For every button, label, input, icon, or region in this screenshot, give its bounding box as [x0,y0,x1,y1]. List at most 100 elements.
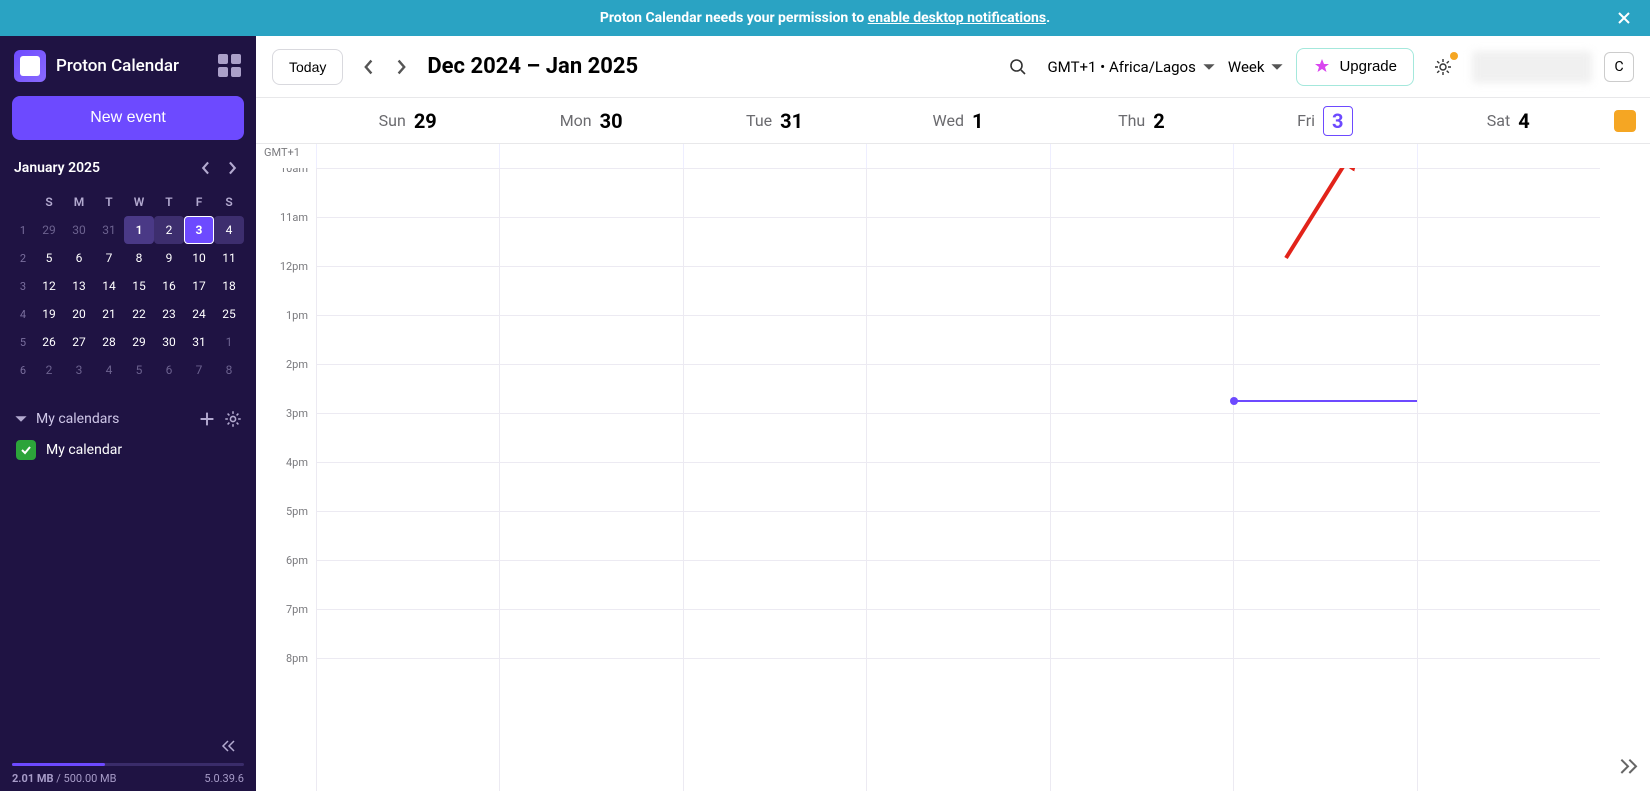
today-button[interactable]: Today [272,49,343,85]
calendar-check-icon[interactable] [16,440,36,460]
mini-cal-day[interactable]: 21 [94,300,124,328]
mini-cal-dow: S [214,188,244,216]
brand: Proton Calendar [12,46,244,96]
hour-label: 7pm [256,603,316,652]
mini-cal-day[interactable]: 9 [154,244,184,272]
mini-cal-day[interactable]: 8 [214,356,244,384]
mini-cal-day[interactable]: 1 [214,328,244,356]
hour-label: 8pm [256,652,316,701]
mini-cal-day[interactable]: 18 [214,272,244,300]
hour-label: 3pm [256,407,316,456]
mini-cal-day[interactable]: 5 [34,244,64,272]
week-day-header[interactable]: Sun29 [316,98,499,143]
mini-cal-day[interactable]: 12 [34,272,64,300]
mini-cal-week-num: 4 [12,300,34,328]
mini-cal-day[interactable]: 11 [214,244,244,272]
mini-cal-day[interactable]: 29 [124,328,154,356]
mini-cal-day[interactable]: 4 [94,356,124,384]
calendar-group-header[interactable]: My calendars [12,406,244,432]
prev-week-button[interactable] [355,53,383,81]
mini-cal-day[interactable]: 13 [64,272,94,300]
mini-cal-day[interactable]: 20 [64,300,94,328]
mini-cal-day[interactable]: 31 [94,216,124,244]
calendar-item[interactable]: My calendar [12,432,244,468]
calendar-group-label: My calendars [36,411,119,427]
mini-cal-day[interactable]: 17 [184,272,214,300]
mini-cal-day[interactable]: 5 [124,356,154,384]
banner-link[interactable]: enable desktop notifications [868,10,1046,26]
view-select[interactable]: Week [1228,58,1285,76]
collapse-sidebar-button[interactable] [12,735,244,757]
mini-cal-day[interactable]: 30 [154,328,184,356]
expand-panel-button[interactable] [1616,757,1640,781]
mini-cal-day[interactable]: 4 [214,216,244,244]
mini-cal-day[interactable]: 25 [214,300,244,328]
mini-cal-day[interactable]: 3 [64,356,94,384]
mini-cal-week-num: 1 [12,216,34,244]
mini-cal-day[interactable]: 24 [184,300,214,328]
day-column[interactable] [1050,168,1233,791]
week-day-header[interactable]: Wed1 [866,98,1049,143]
timezone-select[interactable]: GMT+1 • Africa/Lagos [1047,58,1215,76]
mini-cal-day[interactable]: 6 [154,356,184,384]
mini-cal-day[interactable]: 15 [124,272,154,300]
mini-cal-prev-button[interactable] [196,158,216,178]
apps-grid-icon[interactable] [218,54,242,78]
mini-cal-day[interactable]: 8 [124,244,154,272]
user-info [1472,51,1592,83]
search-button[interactable] [1001,50,1035,84]
brand-name: Proton Calendar [56,56,179,76]
mini-cal-day[interactable]: 28 [94,328,124,356]
timezone-label: GMT+1 [256,144,316,168]
mini-cal-day[interactable]: 1 [124,216,154,244]
add-calendar-button[interactable] [198,410,216,428]
mini-cal-dow: T [154,188,184,216]
mini-cal-day[interactable]: 2 [154,216,184,244]
mini-cal-day[interactable]: 14 [94,272,124,300]
hour-label: 5pm [256,505,316,554]
mini-cal-day[interactable]: 7 [184,356,214,384]
calendar-settings-button[interactable] [224,410,242,428]
day-column[interactable] [499,168,682,791]
mini-cal-day[interactable]: 2 [34,356,64,384]
banner-close-button[interactable] [1612,6,1636,30]
mini-cal-next-button[interactable] [222,158,242,178]
mini-cal-month: January 2025 [14,160,100,176]
day-column[interactable] [866,168,1049,791]
new-event-button[interactable]: New event [12,96,244,140]
mini-cal-day[interactable]: 22 [124,300,154,328]
day-column[interactable] [683,168,866,791]
mini-cal-day[interactable]: 26 [34,328,64,356]
day-column[interactable] [316,168,499,791]
mini-cal-day[interactable]: 30 [64,216,94,244]
week-day-header[interactable]: Mon30 [499,98,682,143]
settings-button[interactable] [1426,50,1460,84]
next-week-button[interactable] [387,53,415,81]
user-avatar[interactable]: C [1604,52,1634,82]
sidebar: Proton Calendar New event January 2025 S… [0,36,256,791]
mini-cal-day[interactable]: 19 [34,300,64,328]
mini-cal-day[interactable]: 10 [184,244,214,272]
mini-cal-day[interactable]: 6 [64,244,94,272]
mini-cal-day[interactable]: 7 [94,244,124,272]
mini-cal-week-num: 5 [12,328,34,356]
mini-cal-day[interactable]: 27 [64,328,94,356]
mini-cal-day[interactable]: 23 [154,300,184,328]
allday-row: GMT+1 [256,144,1650,168]
contacts-icon[interactable] [1614,110,1636,132]
week-day-header[interactable]: Fri3 [1233,98,1416,143]
settings-notification-dot [1450,52,1458,60]
week-day-header[interactable]: Sat4 [1417,98,1600,143]
mini-cal-day[interactable]: 31 [184,328,214,356]
day-column[interactable] [1233,168,1416,791]
upgrade-button[interactable]: Upgrade [1296,48,1414,86]
gear-icon [1433,57,1453,77]
week-day-header[interactable]: Thu2 [1050,98,1233,143]
week-grid[interactable]: 10am11am12pm1pm2pm3pm4pm5pm6pm7pm8pm [256,168,1650,791]
mini-cal-day[interactable]: 16 [154,272,184,300]
mini-cal-day[interactable]: 3 [184,216,214,244]
week-day-header[interactable]: Tue31 [683,98,866,143]
hour-label: 1pm [256,309,316,358]
mini-cal-day[interactable]: 29 [34,216,64,244]
day-column[interactable] [1417,168,1600,791]
